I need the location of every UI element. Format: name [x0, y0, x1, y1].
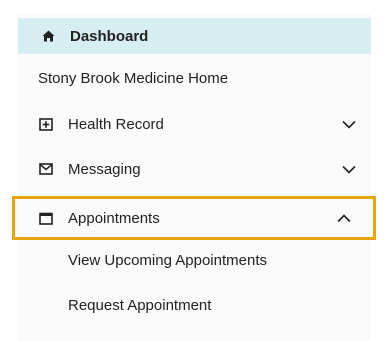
nav-item-messaging[interactable]: Messaging [18, 151, 371, 187]
nav-item-health-record[interactable]: Health Record [18, 106, 371, 142]
health-record-icon [38, 116, 54, 132]
nav-item-label: Health Record [68, 115, 164, 133]
nav-item-label: Stony Brook Medicine Home [38, 69, 229, 87]
nav-subitem-label: View Upcoming Appointments [68, 251, 267, 269]
nav-item-label: Appointments [68, 209, 160, 227]
chevron-down-icon[interactable] [341, 161, 357, 177]
chevron-up-icon[interactable] [336, 210, 352, 226]
nav-item-dashboard[interactable]: Dashboard [18, 18, 371, 54]
nav-item-label: Messaging [68, 160, 141, 178]
nav-item-label: Dashboard [70, 27, 149, 45]
nav-subitem-label: Request Appointment [68, 296, 212, 314]
nav-item-appointments[interactable]: Appointments [12, 196, 376, 240]
sidebar-nav: Dashboard Stony Brook Medicine Home Heal… [12, 14, 376, 341]
nav-subitem-request-appointment[interactable]: Request Appointment [18, 287, 371, 323]
envelope-icon [38, 161, 54, 177]
nav-subitem-view-upcoming-appointments[interactable]: View Upcoming Appointments [18, 242, 371, 278]
nav-item-home[interactable]: Stony Brook Medicine Home [18, 60, 371, 96]
home-icon [40, 28, 56, 44]
chevron-down-icon[interactable] [341, 116, 357, 132]
calendar-icon [38, 210, 54, 226]
